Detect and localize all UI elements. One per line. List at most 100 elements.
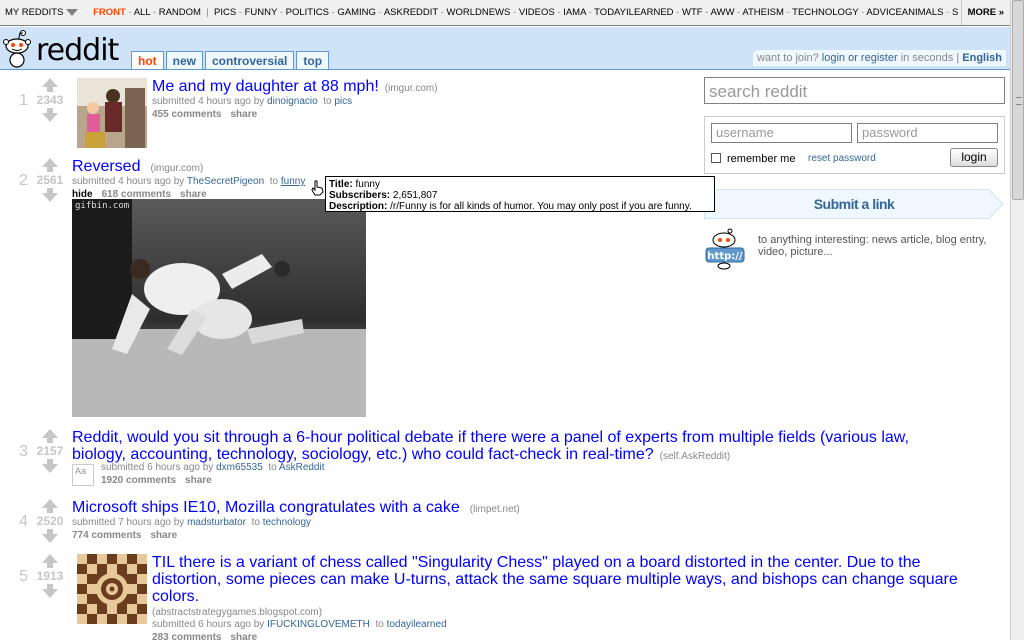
sr-link-iama[interactable]: IAMA xyxy=(563,7,586,18)
submit-link-button[interactable]: Submit a link xyxy=(704,189,1004,219)
comments-link[interactable]: 283 comments xyxy=(152,632,221,643)
post-domain[interactable]: (abstractstrategygames.blogspot.com) xyxy=(152,607,982,619)
remember-checkbox[interactable] xyxy=(711,153,721,163)
sr-link-random[interactable]: RANDOM xyxy=(159,7,201,18)
tooltip-desc-value: /r/Funny is for all kinds of humor. You … xyxy=(390,201,692,212)
post-title-link[interactable]: Reddit, would you sit through a 6-hour p… xyxy=(72,429,909,463)
post-title-link[interactable]: Microsoft ships IE10, Mozilla congratula… xyxy=(72,499,460,516)
login-button[interactable]: login xyxy=(950,148,998,167)
sr-link-worldnews[interactable]: WORLDNEWS xyxy=(447,7,511,18)
downvote-arrow-icon[interactable] xyxy=(42,589,58,598)
post-domain[interactable]: (limpet.net) xyxy=(470,504,520,515)
expanded-gif-image[interactable]: gifbin.com xyxy=(72,199,366,417)
downvote-arrow-icon[interactable] xyxy=(42,193,58,202)
chessboard-thumbnail-icon xyxy=(77,554,147,624)
subreddit-link[interactable]: technology xyxy=(263,517,311,528)
sr-link-politics[interactable]: POLITICS xyxy=(286,7,329,18)
post-thumbnail[interactable] xyxy=(77,78,147,148)
search-input[interactable]: search reddit xyxy=(704,77,1005,104)
post-domain[interactable]: (imgur.com) xyxy=(150,163,203,174)
tooltip-subs-label: Subscribers: xyxy=(329,190,391,201)
comments-link[interactable]: 774 comments xyxy=(72,530,141,541)
sr-link-front[interactable]: FRONT xyxy=(93,7,126,18)
sr-link-videos[interactable]: VIDEOS xyxy=(519,7,555,18)
sr-link-s[interactable]: S xyxy=(952,7,958,18)
password-field[interactable]: password xyxy=(857,123,998,143)
post-domain[interactable]: (self.AskReddit) xyxy=(660,451,731,462)
downvote-arrow-icon[interactable] xyxy=(42,534,58,543)
submitted-text: submitted 6 hours ago by xyxy=(101,462,214,473)
username-field[interactable]: username xyxy=(711,123,852,143)
post-domain[interactable]: (imgur.com) xyxy=(385,83,438,94)
sr-link-technology[interactable]: TECHNOLOGY xyxy=(792,7,858,18)
tab-new[interactable]: new xyxy=(165,51,203,69)
comments-link[interactable]: 455 comments xyxy=(152,109,221,120)
score: 1913 xyxy=(36,569,64,583)
subreddit-link[interactable]: funny xyxy=(281,176,305,187)
divider: - xyxy=(554,7,564,18)
self-post-icon[interactable]: Aa xyxy=(72,464,94,486)
sr-link-adviceanimals[interactable]: ADVICEANIMALS xyxy=(866,7,943,18)
post-tagline: submitted 7 hours ago by madsturbator to… xyxy=(72,517,692,529)
tab-hot[interactable]: hot xyxy=(131,51,164,69)
scrollbar-thumb[interactable] xyxy=(1012,0,1024,200)
upvote-arrow-icon[interactable] xyxy=(42,78,58,87)
author-link[interactable]: IFUCKINGLOVEMETH xyxy=(267,619,370,630)
post-rank: 1 xyxy=(19,92,28,109)
share-link[interactable]: share xyxy=(230,632,257,643)
remember-label: remember me xyxy=(727,153,796,165)
sr-link-atheism[interactable]: ATHEISM xyxy=(742,7,784,18)
post-tagline: submitted 6 hours ago by dxm65535 to Ask… xyxy=(101,462,701,474)
vote-controls: 2343 xyxy=(32,78,68,122)
upvote-arrow-icon[interactable] xyxy=(42,499,58,508)
share-link[interactable]: share xyxy=(150,530,177,541)
sr-link-askreddit[interactable]: ASKREDDIT xyxy=(384,7,438,18)
comments-link[interactable]: 1920 comments xyxy=(101,475,176,486)
to-text: to xyxy=(375,619,384,630)
downvote-arrow-icon[interactable] xyxy=(42,113,58,122)
sr-link-funny[interactable]: FUNNY xyxy=(245,7,278,18)
vertical-scrollbar[interactable] xyxy=(1010,0,1024,640)
gif-watermark: gifbin.com xyxy=(75,201,130,211)
more-subreddits-link[interactable]: MORE » xyxy=(960,0,1010,25)
divider: - xyxy=(150,7,159,18)
vote-controls: 2520 xyxy=(32,499,68,543)
upvote-arrow-icon[interactable] xyxy=(42,554,58,563)
user-box: want to join? login or register in secon… xyxy=(752,50,1006,66)
author-link[interactable]: dxm65535 xyxy=(216,462,263,473)
author-link[interactable]: madsturbator xyxy=(187,517,246,528)
submitted-text: submitted 7 hours ago by xyxy=(72,517,185,528)
hand-cursor-icon xyxy=(311,180,324,196)
author-link[interactable]: TheSecretPigeon xyxy=(187,176,264,187)
sr-link-gaming[interactable]: GAMING xyxy=(337,7,376,18)
post-thumbnail[interactable] xyxy=(77,554,147,624)
sr-link-all[interactable]: ALL xyxy=(134,7,151,18)
subreddit-link[interactable]: todayilearned xyxy=(387,619,447,630)
downvote-arrow-icon[interactable] xyxy=(42,464,58,473)
login-register-link[interactable]: login or register xyxy=(822,52,898,64)
subreddit-link[interactable]: pics xyxy=(334,96,352,107)
share-link[interactable]: share xyxy=(185,475,212,486)
sr-link-pics[interactable]: PICS xyxy=(214,7,236,18)
post-title-link[interactable]: Reversed xyxy=(72,158,140,175)
post-title-link[interactable]: Me and my daughter at 88 mph! xyxy=(152,78,379,95)
judo-gif-image xyxy=(72,199,366,417)
reset-password-link[interactable]: reset password xyxy=(808,153,876,164)
sr-link-wtf[interactable]: WTF xyxy=(682,7,703,18)
tab-top[interactable]: top xyxy=(296,51,330,69)
share-link[interactable]: share xyxy=(230,109,257,120)
submitted-text: submitted 4 hours ago by xyxy=(72,176,185,187)
vote-controls: 2561 xyxy=(32,158,68,202)
my-reddits-dropdown[interactable]: MY REDDITS xyxy=(0,0,90,25)
post-title-link[interactable]: TIL there is a variant of chess called "… xyxy=(152,554,958,605)
upvote-arrow-icon[interactable] xyxy=(42,429,58,438)
sr-link-todayilearned[interactable]: TODAYILEARNED xyxy=(594,7,673,18)
language-link[interactable]: English xyxy=(962,52,1002,64)
reddit-logo[interactable]: reddit xyxy=(2,27,122,69)
sr-link-aww[interactable]: AWW xyxy=(711,7,735,18)
subreddit-link[interactable]: AskReddit xyxy=(279,462,325,473)
remember-me[interactable]: remember me xyxy=(711,153,795,165)
author-link[interactable]: dinoignacio xyxy=(267,96,318,107)
upvote-arrow-icon[interactable] xyxy=(42,158,58,167)
tab-controversial[interactable]: controversial xyxy=(205,51,295,69)
